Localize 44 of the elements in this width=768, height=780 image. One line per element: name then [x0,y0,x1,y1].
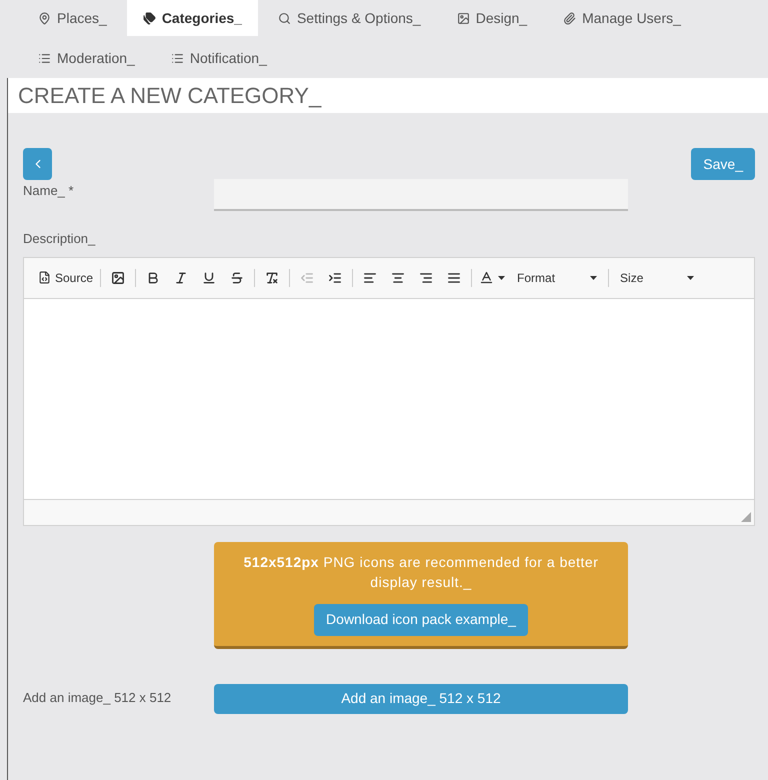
nav-tab[interactable]: Settings & Options_ [262,0,437,36]
text-color-icon [479,270,494,285]
field-label: Add an image_ 512 x 512 [23,688,172,707]
search-icon [278,12,291,24]
bold-icon [146,270,160,284]
align-left-icon [363,270,378,284]
dropdown-button[interactable]: Format [509,264,606,292]
map-pin-icon [38,12,51,24]
field-label: Description_ [23,230,96,248]
nav-tab[interactable]: Manage Users_ [547,0,697,36]
outdent-icon [300,270,314,284]
clear-format-icon [265,270,280,284]
nav-tab[interactable]: Notification_ [154,40,283,76]
align-center-icon [391,270,406,284]
italic-icon [174,270,188,284]
add-image-button[interactable]: Add an image_ 512 x 512 [214,684,628,714]
strikethrough-icon [230,270,244,284]
nav-tab[interactable]: Design_ [440,0,544,36]
source-button[interactable]: Source [34,264,98,292]
dropdown-button[interactable]: Size [612,264,702,292]
underline-icon [202,270,216,284]
download-button[interactable]: Download icon pack example_ [314,604,528,636]
paperclip-icon [563,12,576,24]
image-icon [456,12,470,24]
nav-tab[interactable]: Moderation_ [22,40,151,76]
page-title: CREATE A NEW CATEGORY_ [18,82,322,110]
alert-text: 512x512px PNG icons are recommended for a better display result._ [242,552,600,592]
tags-icon [142,12,156,24]
list-icon [38,52,51,64]
field-label: Name_ * [23,182,75,200]
image-icon [111,270,126,284]
indent-icon [328,270,342,284]
resize-handle-icon[interactable] [741,512,751,522]
align-right-icon [419,270,434,284]
list-icon [170,52,184,64]
caret-icon [687,276,694,280]
nav-tab[interactable]: Places_ [22,0,123,36]
nav-tab[interactable]: Categories_ [126,0,258,36]
caret-icon [590,276,598,280]
source-code-icon [38,271,51,284]
caret-icon [498,276,506,280]
align-justify-icon [447,270,462,284]
save-button[interactable]: Save_ [691,148,755,180]
name-input-field[interactable] [214,179,628,211]
